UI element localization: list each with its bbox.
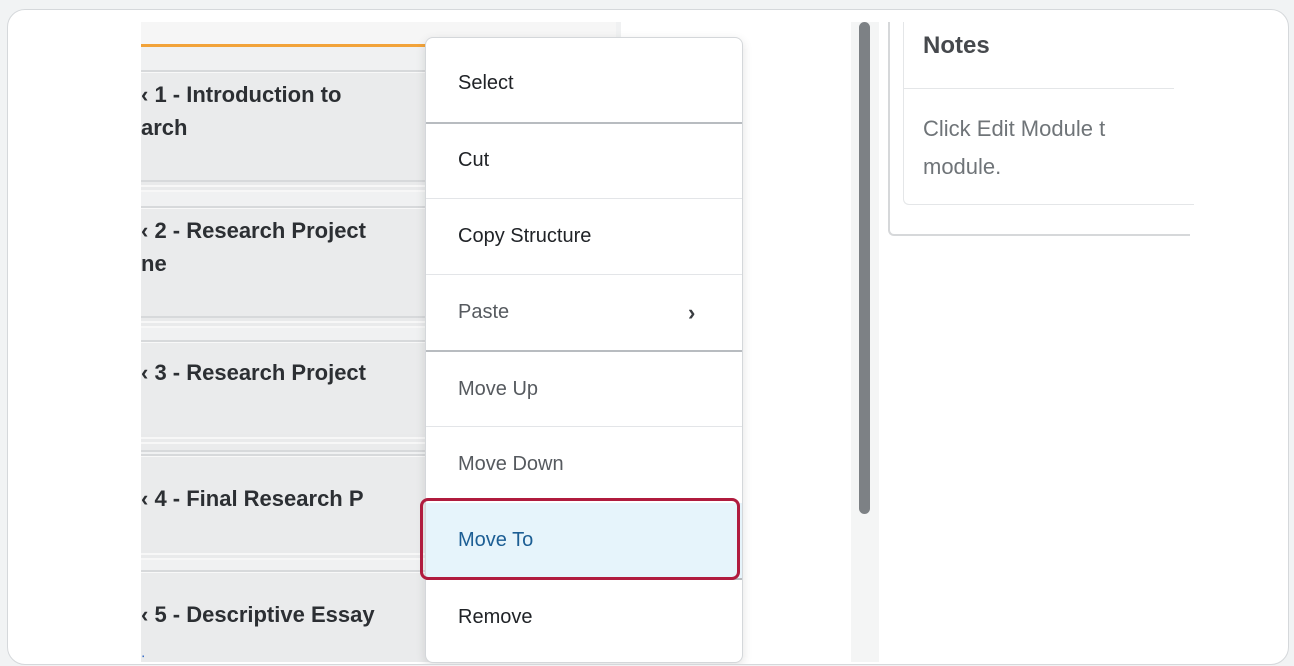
module-link-indicator[interactable]: :	[141, 651, 145, 662]
menu-item-label: Move Down	[458, 453, 564, 475]
menu-item-label: Select	[458, 72, 514, 94]
module-title-continued: ne	[141, 251, 167, 276]
menu-item-label: Copy Structure	[458, 225, 592, 247]
notes-divider	[904, 88, 1174, 89]
module-title-continued: arch	[141, 115, 188, 140]
menu-item-move-up[interactable]: Move Up	[426, 352, 742, 427]
menu-item-label: Move Up	[458, 378, 539, 400]
menu-item-label: Remove	[458, 606, 533, 628]
notes-body-line: module.	[923, 154, 1002, 179]
menu-item-paste[interactable]: Paste ›	[426, 275, 742, 350]
highlight-focus-ring	[420, 498, 740, 580]
menu-item-select[interactable]: Select	[426, 46, 742, 121]
chevron-right-icon: ›	[688, 300, 696, 325]
menu-item-remove[interactable]: Remove	[426, 580, 742, 655]
notes-body: Click Edit Module t module.	[923, 110, 1168, 190]
menu-item-label: Paste	[458, 301, 510, 323]
menu-item-cut[interactable]: Cut	[426, 123, 742, 198]
menu-item-copy-structure[interactable]: Copy Structure	[426, 199, 742, 274]
notes-title: Notes	[923, 32, 990, 59]
menu-item-move-down[interactable]: Move Down	[426, 427, 742, 502]
browser-frame: ‹ 1 - Introduction to arch ‹ 2 - Researc…	[7, 9, 1289, 665]
notes-body-line: Click Edit Module t	[923, 116, 1106, 141]
scrollbar-thumb[interactable]	[859, 22, 870, 514]
menu-item-label: Cut	[458, 149, 490, 171]
